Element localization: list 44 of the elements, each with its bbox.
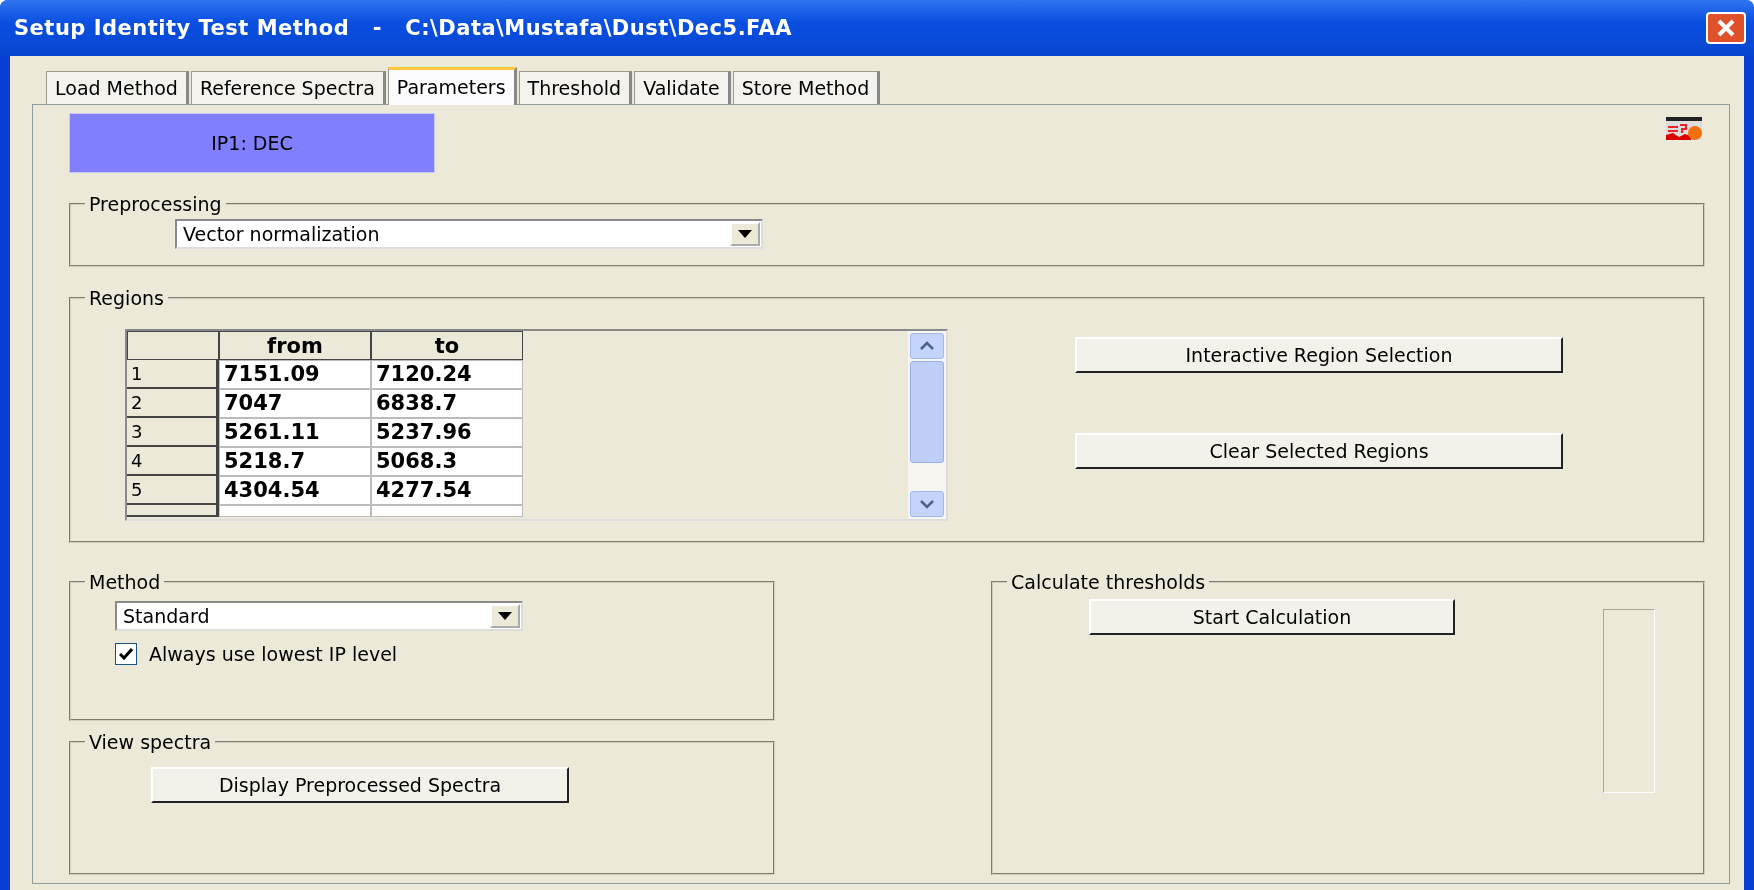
row-number: 5 [127, 476, 219, 505]
scrollbar[interactable] [908, 331, 946, 519]
calendar-icon [1665, 115, 1705, 141]
scroll-down-icon [919, 499, 935, 509]
table-cell: 6838.7 [371, 389, 523, 418]
group-title: Method [88, 571, 162, 593]
group-title: Calculate thresholds [1010, 571, 1207, 593]
header-label: IP1: DEC [69, 113, 435, 173]
checkmark-icon [119, 648, 133, 660]
row-number: 2 [127, 389, 219, 418]
row-number: 1 [127, 360, 219, 389]
table-cell: 5261.11 [219, 418, 371, 447]
table-cell: 4277.54 [371, 476, 523, 505]
region-button[interactable]: Interactive Region Selection [1075, 337, 1563, 373]
method-dropdown[interactable]: Standard [115, 601, 523, 631]
table-cell: 5068.3 [371, 447, 523, 476]
column-header: from [219, 331, 371, 360]
close-button[interactable] [1706, 12, 1746, 44]
tab[interactable]: Parameters [387, 67, 517, 105]
group-title: View spectra [88, 731, 213, 753]
preprocessing-dropdown[interactable]: Vector normalization [175, 219, 763, 249]
table-cell: 5218.7 [219, 447, 371, 476]
row-number: 4 [127, 447, 219, 476]
tab[interactable]: Validate [634, 71, 731, 104]
table-cell: 5237.96 [371, 418, 523, 447]
table-cell: 7047 [219, 389, 371, 418]
scroll-up-icon [919, 341, 935, 351]
group-title: Preprocessing [88, 193, 223, 215]
row-number: 3 [127, 418, 219, 447]
table-cell: 7120.24 [371, 360, 523, 389]
checkbox-label: Always use lowest IP level [149, 643, 398, 665]
table-cell: 4304.54 [219, 476, 371, 505]
column-header: to [371, 331, 523, 360]
checkbox[interactable] [115, 643, 137, 665]
tab[interactable]: Store Method [732, 71, 881, 104]
tab[interactable]: Threshold [518, 71, 633, 104]
tab[interactable]: Reference Spectra [190, 71, 386, 104]
group-title: Regions [88, 287, 165, 309]
window-title: Setup Identity Test Method - C:\Data\Mustafa\Dust\Dec5.FAA [14, 16, 793, 40]
display-spectra-button[interactable]: Display Preprocessed Spectra [151, 767, 569, 803]
table-cell: 7151.09 [219, 360, 371, 389]
tab[interactable]: Load Method [46, 71, 189, 104]
start-calculation-button[interactable]: Start Calculation [1089, 599, 1455, 635]
region-button[interactable]: Clear Selected Regions [1075, 433, 1563, 469]
